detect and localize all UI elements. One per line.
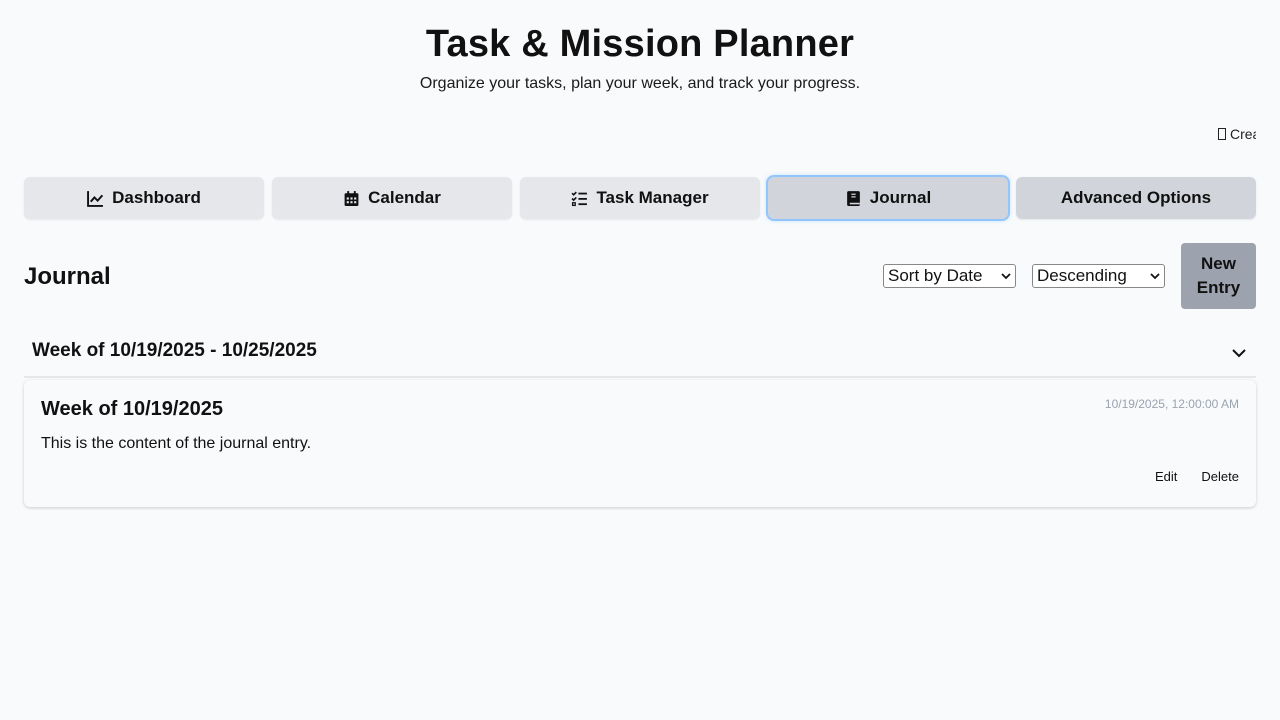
chevron-down-icon bbox=[1150, 273, 1160, 280]
entry-content: This is the content of the journal entry… bbox=[41, 435, 312, 452]
journal-header: Journal Sort by Date Descending New Entr… bbox=[24, 243, 1256, 309]
missing-glyph-icon bbox=[1218, 128, 1226, 140]
entry-title: Week of 10/19/2025 bbox=[41, 398, 223, 420]
tab-advanced-options[interactable]: Advanced Options bbox=[1016, 177, 1256, 219]
create-link-label: Crea bbox=[1230, 126, 1256, 142]
journal-entry-card: Week of 10/19/2025 10/19/2025, 12:00:00 … bbox=[24, 380, 1256, 507]
chevron-down-icon bbox=[1001, 273, 1011, 280]
tab-journal[interactable]: Journal bbox=[768, 177, 1008, 219]
week-group-title: Week of 10/19/2025 - 10/25/2025 bbox=[32, 340, 317, 361]
page-header: Task & Mission Planner Organize your tas… bbox=[0, 0, 1280, 93]
tab-label: Task Manager bbox=[596, 188, 709, 207]
tab-label: Calendar bbox=[368, 188, 441, 207]
section-title: Journal bbox=[24, 263, 111, 290]
sort-select[interactable]: Sort by Date bbox=[883, 264, 1016, 288]
sort-select-value: Sort by Date bbox=[888, 266, 983, 285]
main-tabs: Dashboard Calendar Task Manager Journal … bbox=[24, 177, 1256, 219]
entry-timestamp: 10/19/2025, 12:00:00 AM bbox=[1104, 397, 1239, 411]
create-link[interactable]: Crea bbox=[1218, 126, 1256, 146]
chart-line-icon bbox=[87, 190, 104, 207]
page-title: Task & Mission Planner bbox=[425, 23, 855, 65]
delete-button[interactable]: Delete bbox=[1201, 469, 1239, 484]
task-list-icon bbox=[571, 191, 588, 206]
entry-actions: Edit Delete bbox=[1155, 469, 1239, 484]
journal-book-icon bbox=[846, 190, 860, 206]
order-select[interactable]: Descending bbox=[1032, 264, 1165, 288]
tab-task-manager[interactable]: Task Manager bbox=[520, 177, 760, 219]
tab-dashboard[interactable]: Dashboard bbox=[24, 177, 264, 219]
tab-label: Dashboard bbox=[112, 188, 201, 207]
tab-calendar[interactable]: Calendar bbox=[272, 177, 512, 219]
edit-button[interactable]: Edit bbox=[1155, 469, 1177, 484]
order-select-value: Descending bbox=[1037, 266, 1127, 285]
page-subtitle: Organize your tasks, plan your week, and… bbox=[419, 75, 861, 92]
new-entry-button[interactable]: New Entry bbox=[1181, 243, 1256, 309]
week-group-header[interactable]: Week of 10/19/2025 - 10/25/2025 bbox=[24, 332, 1256, 378]
tab-label: Advanced Options bbox=[1060, 188, 1212, 207]
calendar-icon bbox=[344, 190, 359, 206]
tab-label: Journal bbox=[869, 188, 932, 207]
chevron-down-icon bbox=[1232, 349, 1246, 358]
